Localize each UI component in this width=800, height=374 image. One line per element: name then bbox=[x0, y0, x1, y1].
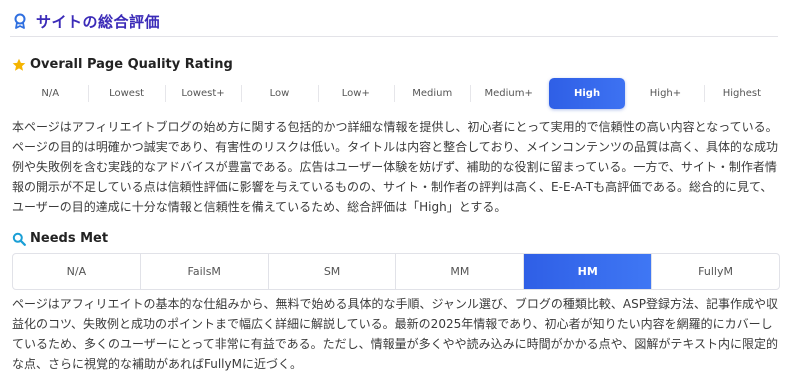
quality-option-low-plus[interactable]: Low+ bbox=[317, 78, 394, 109]
page-title: サイトの総合評価 bbox=[36, 12, 161, 31]
quality-title: Overall Page Quality Rating bbox=[30, 57, 233, 72]
quality-rating-selector: N/A Lowest Lowest+ Low Low+ Medium Mediu… bbox=[12, 78, 780, 109]
needs-met-option-fullym[interactable]: FullyM bbox=[652, 254, 779, 289]
quality-option-low[interactable]: Low bbox=[241, 78, 317, 109]
quality-option-high-plus[interactable]: High+ bbox=[627, 78, 703, 109]
quality-section-title: Overall Page Quality Rating bbox=[12, 57, 233, 72]
quality-option-lowest-plus[interactable]: Lowest+ bbox=[164, 78, 241, 109]
needs-met-selector: N/A FailsM SM MM HM FullyM bbox=[12, 253, 780, 290]
needs-met-title: Needs Met bbox=[30, 231, 109, 246]
quality-option-medium-plus[interactable]: Medium+ bbox=[470, 78, 546, 109]
quality-option-medium[interactable]: Medium bbox=[394, 78, 470, 109]
quality-option-high[interactable]: High bbox=[548, 78, 626, 109]
summary-header: サイトの総合評価 bbox=[10, 6, 778, 37]
quality-description: 本ページはアフィリエイトブログの始め方に関する包括的かつ詳細な情報を提供し、初心… bbox=[12, 120, 778, 214]
quality-option-lowest[interactable]: Lowest bbox=[88, 78, 164, 109]
needs-met-option-failsm[interactable]: FailsM bbox=[141, 254, 269, 289]
quality-option-highest[interactable]: Highest bbox=[703, 78, 780, 109]
needs-met-option-sm[interactable]: SM bbox=[269, 254, 397, 289]
needs-met-description: ページはアフィリエイトの基本的な仕組みから、無料で始める具体的な手順、ジャンル選… bbox=[12, 297, 778, 371]
needs-met-option-na[interactable]: N/A bbox=[13, 254, 141, 289]
needs-met-option-mm[interactable]: MM bbox=[396, 254, 525, 289]
needs-met-option-hm[interactable]: HM bbox=[524, 254, 653, 289]
needs-met-section-title: Needs Met bbox=[12, 231, 108, 246]
star-icon bbox=[12, 58, 26, 71]
award-ribbon-icon bbox=[14, 13, 26, 29]
magnifier-icon bbox=[12, 232, 26, 246]
quality-option-na[interactable]: N/A bbox=[12, 78, 88, 109]
